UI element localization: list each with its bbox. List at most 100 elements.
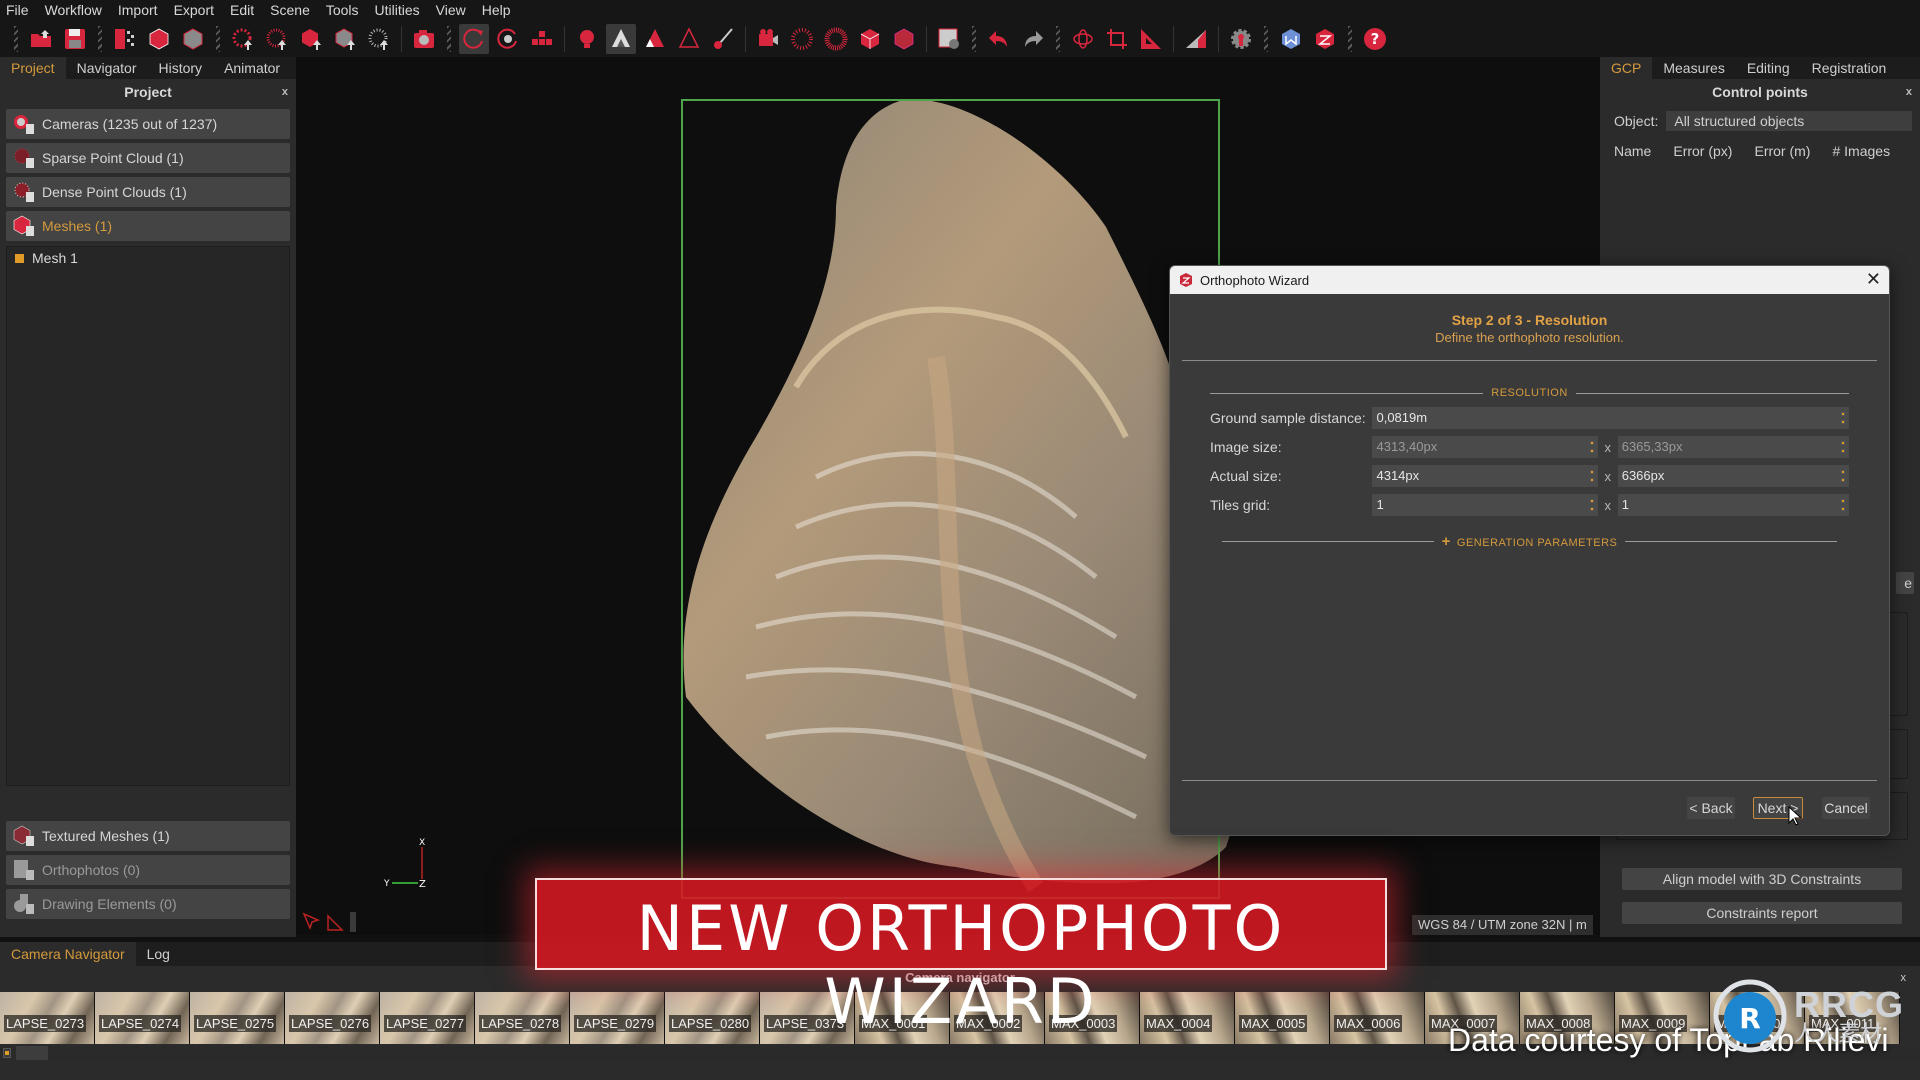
tab-animator[interactable]: Animator — [213, 57, 291, 79]
tab-editing[interactable]: Editing — [1736, 57, 1801, 79]
tab-camera-navigator[interactable]: Camera Navigator — [0, 942, 136, 966]
menu-utilities[interactable]: Utilities — [375, 2, 420, 18]
spinner-icon[interactable] — [1589, 469, 1594, 483]
import-mesh-icon[interactable] — [296, 24, 326, 54]
import-dense-icon[interactable] — [262, 24, 292, 54]
workspace-icon[interactable] — [110, 24, 140, 54]
tab-project[interactable]: Project — [0, 57, 66, 79]
help-icon[interactable]: ? — [1360, 24, 1390, 54]
tab-navigator[interactable]: Navigator — [66, 57, 148, 79]
scroll-handle[interactable] — [3, 1048, 11, 1058]
project-item-drawing-elements[interactable]: Drawing Elements (0) — [6, 889, 290, 919]
menu-workflow[interactable]: Workflow — [45, 2, 102, 18]
tab-measures[interactable]: Measures — [1652, 57, 1735, 79]
dialog-titlebar[interactable]: Orthophoto Wizard ✕ — [1170, 266, 1889, 294]
shading-color-icon[interactable] — [640, 24, 670, 54]
gsd-input[interactable]: 0,0819m — [1372, 407, 1849, 429]
project-item-cameras[interactable]: Cameras (1235 out of 1237) — [6, 109, 290, 139]
toolbar-grip[interactable] — [1348, 25, 1352, 52]
spinner-icon[interactable] — [1589, 498, 1594, 512]
column-error-px[interactable]: Error (px) — [1673, 143, 1732, 159]
menu-tools[interactable]: Tools — [326, 2, 359, 18]
toolbar-grip[interactable] — [14, 25, 18, 52]
spinner-icon[interactable] — [1589, 440, 1594, 454]
3dflow-m-icon[interactable] — [1276, 24, 1306, 54]
tab-registration[interactable]: Registration — [1801, 57, 1898, 79]
menu-view[interactable]: View — [436, 2, 466, 18]
project-item-meshes[interactable]: Meshes (1) — [6, 211, 290, 241]
toolbar-grip[interactable] — [1056, 25, 1060, 52]
generation-parameters-toggle[interactable]: + GENERATION PARAMETERS — [1434, 533, 1626, 550]
menu-export[interactable]: Export — [174, 2, 214, 18]
toolbar-grip[interactable] — [1264, 25, 1268, 52]
save-project-icon[interactable] — [60, 24, 90, 54]
tab-gcp[interactable]: GCP — [1600, 57, 1653, 79]
close-icon[interactable]: x — [282, 79, 288, 105]
sparse-cloud-icon[interactable] — [787, 24, 817, 54]
measure-icon[interactable] — [1136, 24, 1166, 54]
shading-wire-icon[interactable] — [674, 24, 704, 54]
orthophoto-bounding-box[interactable] — [681, 99, 1220, 899]
spinner-icon[interactable] — [1841, 498, 1845, 512]
constraints-report-button[interactable]: Constraints report — [1622, 902, 1902, 924]
viewport-scroll-handle[interactable] — [350, 912, 356, 932]
mesh-solid-icon[interactable] — [855, 24, 885, 54]
back-button[interactable]: < Back — [1687, 797, 1735, 819]
textured-mesh-icon[interactable] — [178, 24, 208, 54]
toolbar-grip[interactable] — [447, 25, 451, 52]
align-3d-constraints-button[interactable]: Align model with 3D Constraints — [1622, 868, 1902, 890]
menu-import[interactable]: Import — [118, 2, 158, 18]
redo-icon[interactable] — [1018, 24, 1048, 54]
camera-icon[interactable] — [409, 24, 439, 54]
column-images[interactable]: # Images — [1832, 143, 1890, 159]
refresh-icon[interactable] — [459, 23, 489, 54]
image-height-input[interactable]: 6365,33px — [1617, 436, 1849, 458]
cancel-button[interactable]: Cancel — [1822, 797, 1870, 819]
mesh-icon[interactable] — [144, 24, 174, 54]
menu-scene[interactable]: Scene — [270, 2, 310, 18]
actual-height-input[interactable]: 6366px — [1617, 465, 1849, 487]
dense-cloud-icon[interactable] — [821, 24, 851, 54]
column-error-m[interactable]: Error (m) — [1754, 143, 1810, 159]
project-item-sparse-point-cloud[interactable]: Sparse Point Cloud (1) — [6, 143, 290, 173]
section-generation-parameters[interactable]: + GENERATION PARAMETERS — [1222, 533, 1837, 550]
project-item-orthophotos[interactable]: Orthophotos (0) — [6, 855, 290, 885]
light-icon[interactable] — [572, 24, 602, 54]
tiles-rows-input[interactable]: 1 — [1617, 494, 1849, 516]
camera-thumbnail[interactable]: LAPSE_0273 — [0, 992, 95, 1044]
object-select[interactable]: All structured objects — [1666, 111, 1912, 131]
orthophoto-icon[interactable] — [934, 24, 964, 54]
spinner-icon[interactable] — [1841, 411, 1845, 425]
project-item-textured-meshes[interactable]: Textured Meshes (1) — [6, 821, 290, 851]
toolbar-grip[interactable] — [216, 25, 220, 52]
spinner-icon[interactable] — [1841, 469, 1845, 483]
levels-icon[interactable] — [1181, 24, 1211, 54]
open-project-icon[interactable] — [26, 24, 56, 54]
crop-icon[interactable] — [1102, 24, 1132, 54]
spinner-icon[interactable] — [1841, 440, 1845, 454]
toolbar-grip[interactable] — [98, 25, 102, 52]
reset-icon[interactable] — [493, 24, 523, 54]
camera-thumbnail[interactable]: LAPSE_0276 — [285, 992, 380, 1044]
import-textured-icon[interactable] — [330, 24, 360, 54]
brush-icon[interactable] — [708, 24, 738, 54]
import-sparse-icon[interactable] — [228, 24, 258, 54]
camera-thumbnail[interactable]: LAPSE_0275 — [190, 992, 285, 1044]
camera-thumbnail[interactable]: LAPSE_0277 — [380, 992, 475, 1044]
shading-solid-icon[interactable] — [606, 23, 636, 54]
actual-width-input[interactable]: 4314px — [1372, 465, 1598, 487]
menu-help[interactable]: Help — [482, 2, 511, 18]
tab-log[interactable]: Log — [136, 942, 181, 966]
camera-path-icon[interactable] — [753, 24, 783, 54]
settings-icon[interactable] — [1226, 24, 1256, 54]
partial-button[interactable]: e — [1896, 572, 1914, 594]
import-points-icon[interactable] — [364, 24, 394, 54]
3dflow-z-icon[interactable] — [1310, 24, 1340, 54]
select-pointer-icon[interactable] — [302, 912, 322, 932]
image-width-input[interactable]: 4313,40px — [1372, 436, 1598, 458]
tab-history[interactable]: History — [148, 57, 214, 79]
column-name[interactable]: Name — [1614, 143, 1651, 159]
menu-edit[interactable]: Edit — [230, 2, 254, 18]
ruler-triangle-icon[interactable] — [326, 912, 346, 932]
project-item-dense-point-clouds[interactable]: Dense Point Clouds (1) — [6, 177, 290, 207]
